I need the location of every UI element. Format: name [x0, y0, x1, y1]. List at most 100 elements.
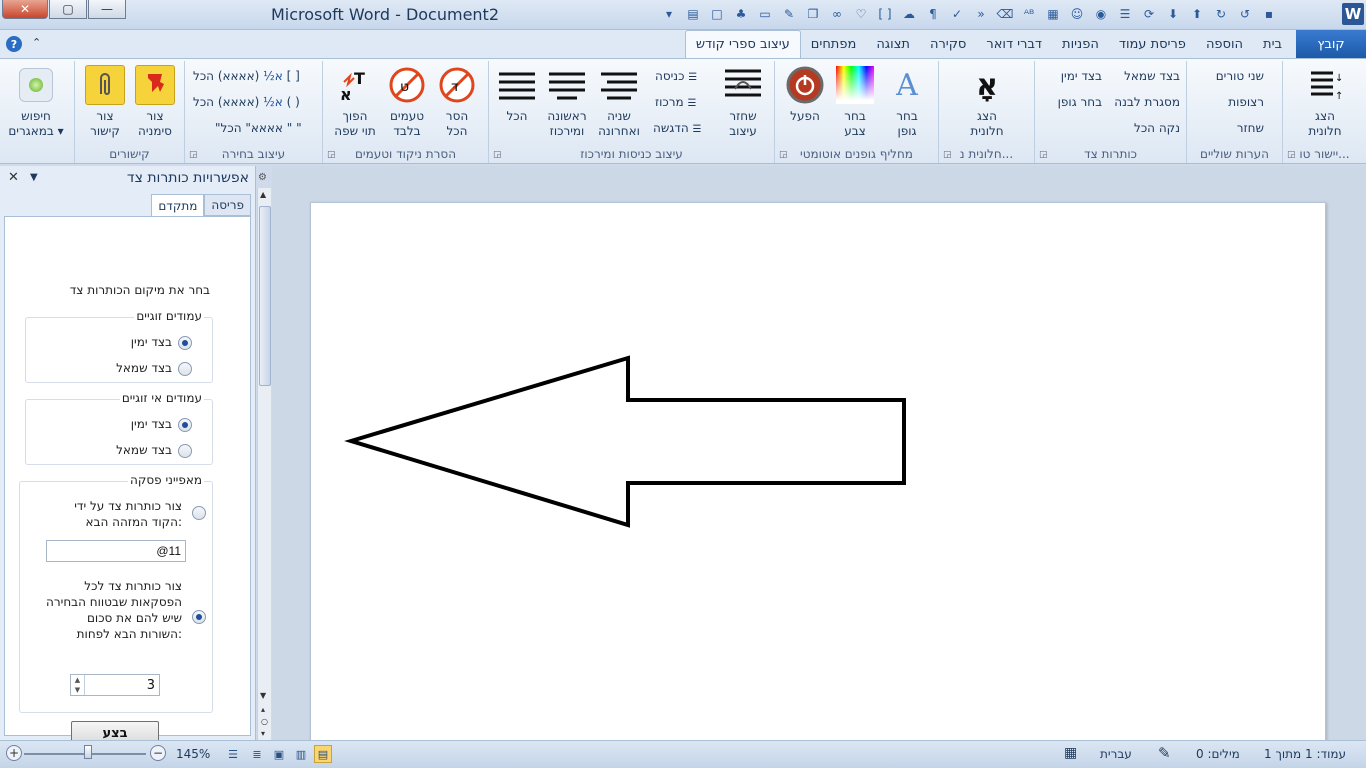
down-arrow-icon[interactable]: ⬇ [1162, 4, 1184, 24]
remove-all-button[interactable]: דּ הסר הכל [429, 65, 485, 139]
reading-view-icon[interactable]: ▥ [292, 745, 310, 763]
folder-icon[interactable]: ▭ [754, 4, 776, 24]
center-button[interactable]: מרכוז ☰ [655, 95, 697, 109]
word-count[interactable]: מילים: 0 [1196, 747, 1240, 761]
vertical-scrollbar[interactable]: ▲ ▼ ▴ ○ ▾ [257, 188, 271, 740]
odd-left-radio[interactable] [178, 444, 192, 458]
prev-page-icon[interactable]: ▴ [261, 705, 265, 714]
pilcrow-icon[interactable]: ¶ [922, 4, 944, 24]
dialog-launcher-icon[interactable]: ◲ [1039, 150, 1048, 160]
tab-8[interactable]: מפתחים [801, 30, 867, 58]
zoom-out-button[interactable]: − [150, 745, 166, 761]
outline-view-icon[interactable]: ≣ [248, 745, 266, 763]
show-pane-button[interactable]: ↓ ↑ הצג חלונית [1297, 65, 1353, 139]
dialog-launcher-icon[interactable]: ◲ [1287, 150, 1296, 160]
brackets-square-button[interactable]: א½ (אאאא) הכל [ ] [193, 69, 300, 83]
refresh-icon[interactable]: ⟳ [1138, 4, 1160, 24]
macro-record-icon[interactable]: ▦ [1064, 745, 1077, 761]
tab-2[interactable]: הוספה [1196, 30, 1253, 58]
page-number[interactable]: עמוד: 1 מתוך 1 [1264, 747, 1346, 761]
link-icon[interactable]: ∞ [826, 4, 848, 24]
tab-5[interactable]: דברי דואר [976, 30, 1052, 58]
left-arrow-shape[interactable] [311, 203, 1327, 743]
undo-icon[interactable]: ↺ [1234, 4, 1256, 24]
dialog-launcher-icon[interactable]: ◲ [943, 150, 952, 160]
code-input[interactable] [46, 540, 186, 562]
new-doc-icon[interactable]: ✎ [778, 4, 800, 24]
lines-option-radio[interactable] [192, 610, 206, 624]
zoom-in-button[interactable]: + [6, 745, 22, 761]
spelling-icon[interactable]: ✓ [946, 4, 968, 24]
show-niqqud-pane-button[interactable]: אָ הצג חלונית [959, 65, 1015, 139]
heart-icon[interactable]: ♡ [850, 4, 872, 24]
odd-right-radio[interactable] [178, 418, 192, 432]
create-link-button[interactable]: צור קישור [77, 65, 133, 139]
collapse-ribbon-icon[interactable]: ⌃ [32, 36, 41, 49]
language-indicator[interactable]: עברית [1100, 747, 1132, 761]
even-right-radio[interactable] [178, 336, 192, 350]
document-page[interactable] [310, 202, 1326, 762]
grid-icon[interactable]: ▦ [1042, 4, 1064, 24]
brackets-round-button[interactable]: א½ (אאאא) הכל ( ) [193, 95, 300, 109]
tab-4[interactable]: הפניות [1052, 30, 1109, 58]
all-indent-button[interactable]: הכל [489, 65, 545, 124]
pane-menu-dropdown-icon[interactable]: ▼ [30, 172, 38, 183]
tab-advanced[interactable]: מתקדם [151, 194, 205, 217]
restore-format-button[interactable]: שחזר עיצוב [715, 65, 771, 139]
tab-6[interactable]: סקירה [920, 30, 976, 58]
scroll-down-icon[interactable]: ▼ [260, 691, 266, 700]
cantillation-only-button[interactable]: ט טעמים בלבד [379, 65, 435, 139]
even-left-radio[interactable] [178, 362, 192, 376]
marginal-frame-button[interactable]: מסגרת לבנה [1114, 95, 1180, 109]
help-icon[interactable]: ? [6, 36, 22, 52]
lines-stepper[interactable]: ▲ ▼ 3 [70, 674, 160, 696]
next-page-icon[interactable]: ▾ [261, 729, 265, 738]
table-icon[interactable]: ▤ [682, 4, 704, 24]
dialog-launcher-icon[interactable]: ◲ [779, 150, 788, 160]
first-center-button[interactable]: ראשונה ומירכוז [539, 65, 595, 139]
stepper-arrows-icon[interactable]: ▲ ▼ [71, 675, 85, 695]
marginal-right-button[interactable]: בצד שמאל [1124, 69, 1180, 83]
print-layout-icon[interactable]: ▤ [314, 745, 332, 763]
footnote-continuous[interactable]: רצופות [1228, 95, 1264, 109]
footnote-restore[interactable]: שחזר [1237, 121, 1264, 135]
tab-7[interactable]: תצוגה [866, 30, 920, 58]
list-icon[interactable]: ☰ [1114, 4, 1136, 24]
save-icon[interactable]: ▪ [1258, 4, 1280, 24]
activate-button[interactable]: הפעל [777, 65, 833, 124]
ab-icon[interactable]: ᴬᴮ [1018, 4, 1040, 24]
page-icon[interactable]: □ [706, 4, 728, 24]
choose-color-button[interactable]: בחר צבע [827, 65, 883, 139]
ruler-toggle-icon[interactable]: ⚙ [258, 172, 270, 184]
tab-3[interactable]: פריסת עמוד [1109, 30, 1196, 58]
browse-object-icon[interactable]: ○ [261, 717, 268, 726]
create-bookmark-button[interactable]: צור סימניה [127, 65, 183, 139]
redo-icon[interactable]: ↻ [1210, 4, 1232, 24]
quotes-button[interactable]: "אאאא" הכל " " [215, 121, 302, 135]
dialog-launcher-icon[interactable]: ◲ [189, 150, 198, 160]
globe-icon[interactable]: ◉ [1090, 4, 1112, 24]
flip-language-button[interactable]: Tא הפוך תוי שפה [327, 65, 383, 139]
up-arrow-icon[interactable]: ⬆ [1186, 4, 1208, 24]
second-last-button[interactable]: שניה ואחרונה [591, 65, 647, 139]
eraser-icon[interactable]: ⌫ [994, 4, 1016, 24]
copy-icon[interactable]: ❐ [802, 4, 824, 24]
scroll-up-icon[interactable]: ▲ [260, 190, 266, 199]
marginal-right-alt-button[interactable]: בצד ימין [1061, 69, 1102, 83]
code-option-radio[interactable] [192, 506, 206, 520]
footnote-two-columns[interactable]: שני טורים [1216, 69, 1264, 83]
tab-1[interactable]: בית [1253, 30, 1292, 58]
web-layout-icon[interactable]: ▣ [270, 745, 288, 763]
tab-9[interactable]: עיצוב ספרי קודש [684, 30, 801, 58]
close-icon[interactable]: ✕ [8, 170, 19, 185]
emphasis-button[interactable]: הדגשה ☰ [653, 121, 701, 135]
draft-view-icon[interactable]: ☰ [224, 745, 242, 763]
dialog-launcher-icon[interactable]: ◲ [327, 150, 336, 160]
zoom-level[interactable]: 145% [176, 747, 210, 761]
speech-icon[interactable]: ☁ [898, 4, 920, 24]
dialog-launcher-icon[interactable]: ◲ [493, 150, 502, 160]
indent-button[interactable]: כניסה ☰ [655, 69, 697, 83]
tab-0[interactable]: קובץ [1296, 30, 1366, 58]
choose-font-button[interactable]: A בחר גופן [879, 65, 935, 139]
zoom-slider-thumb[interactable] [83, 745, 92, 759]
